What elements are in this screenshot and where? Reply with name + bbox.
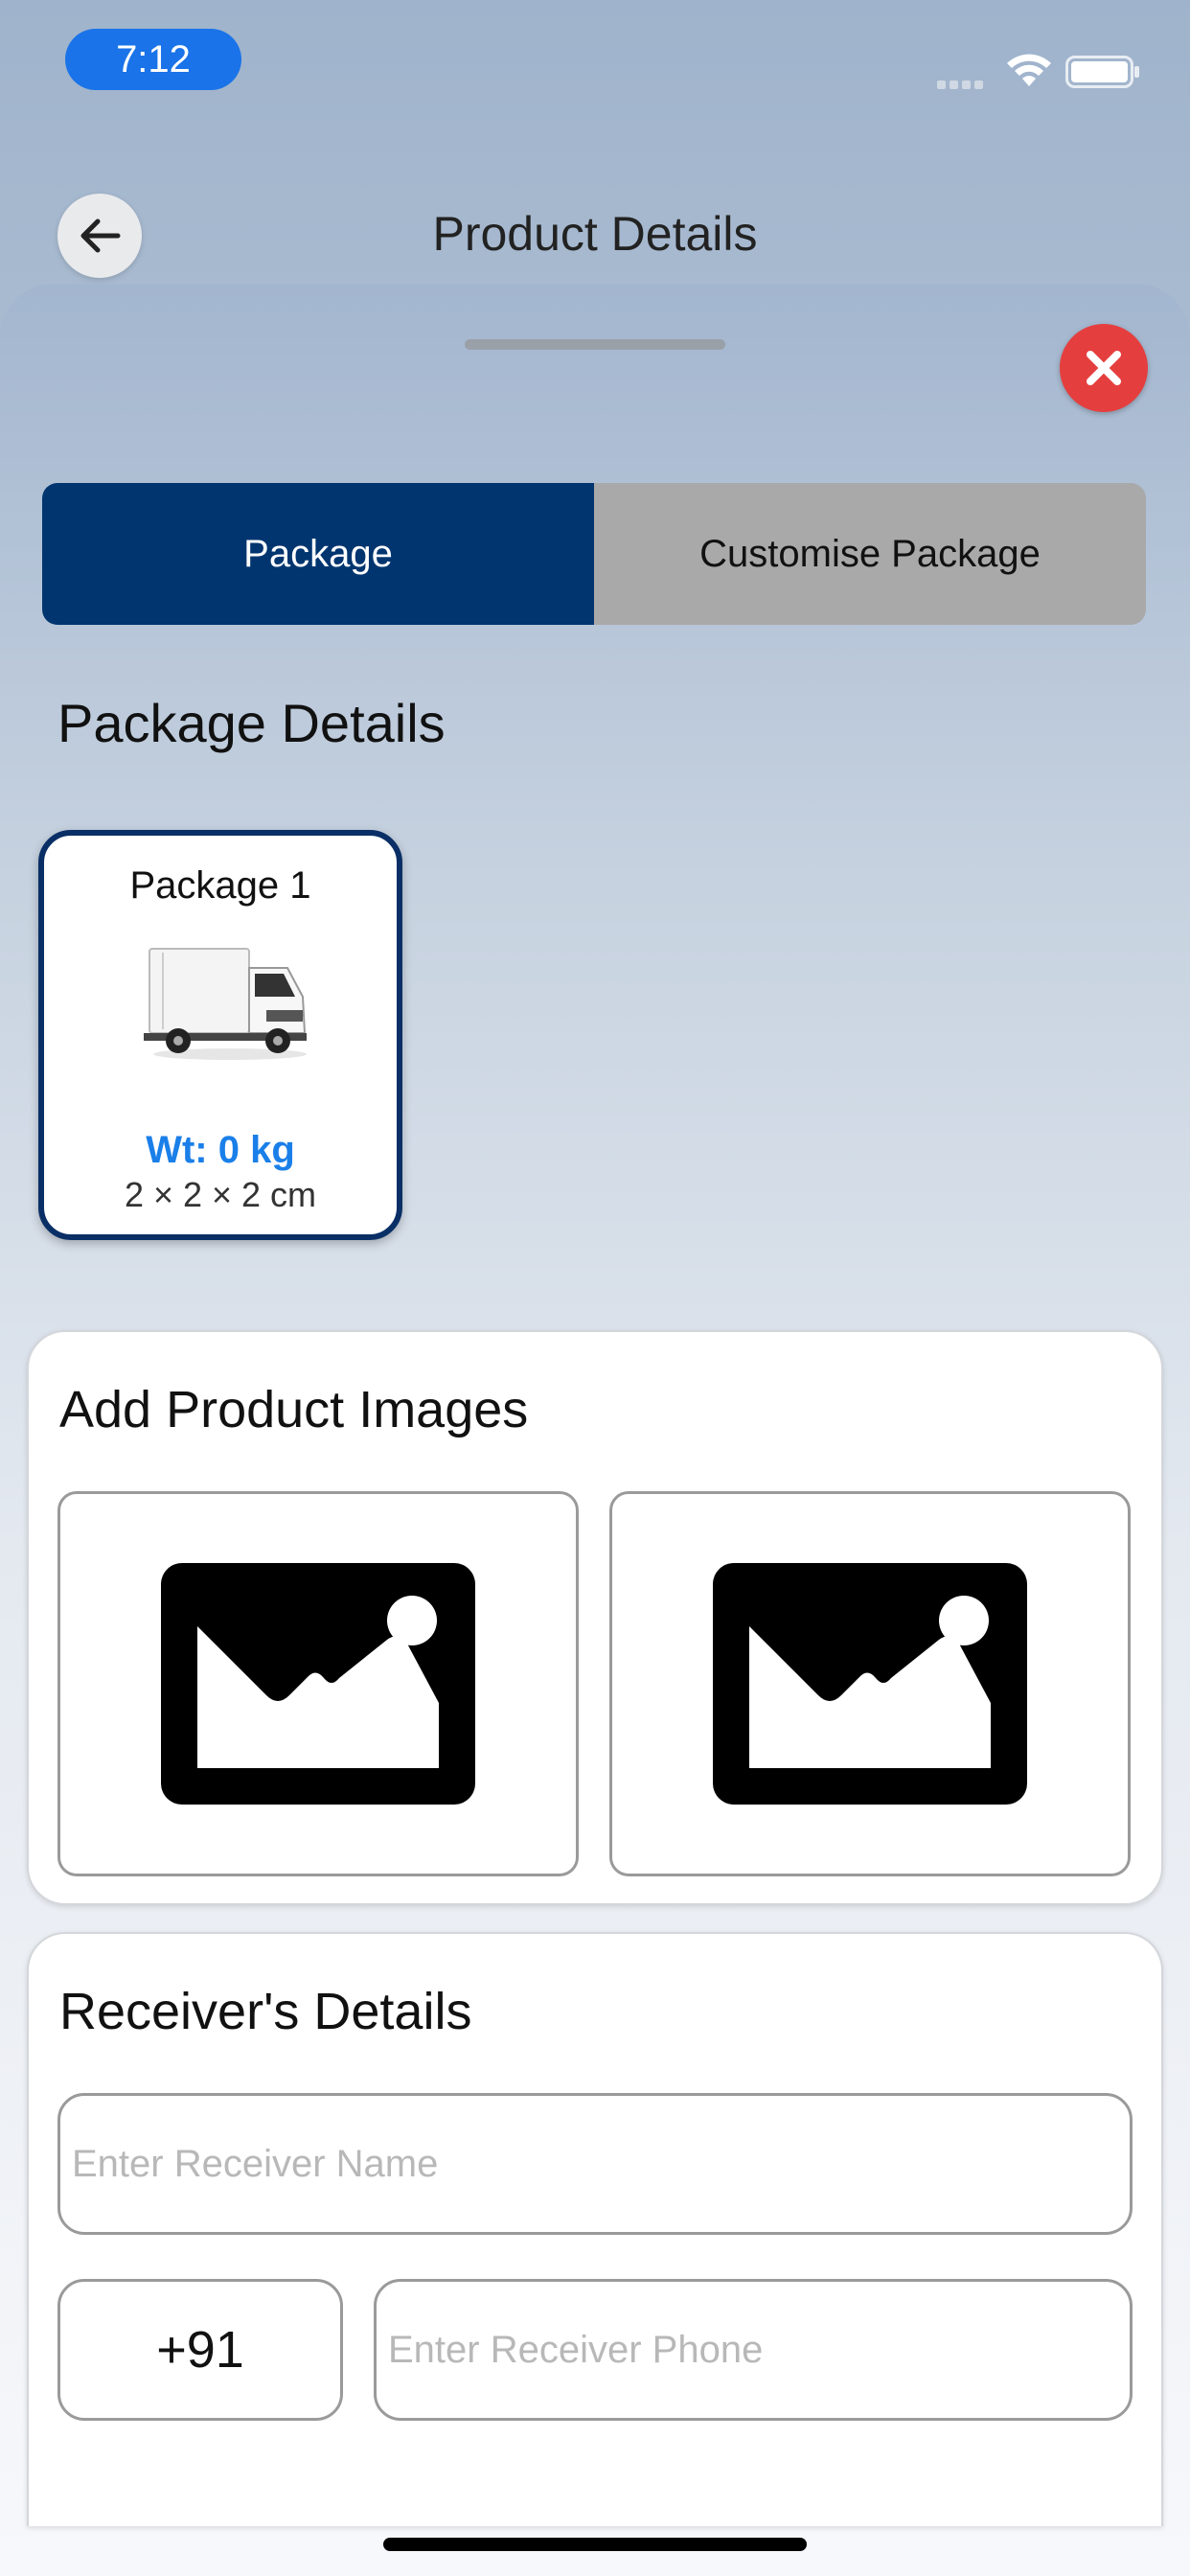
receiver-name-field[interactable] xyxy=(57,2093,1133,2235)
package-weight: Wt: 0 kg xyxy=(146,1129,295,1171)
package-details-heading: Package Details xyxy=(57,693,446,753)
package-card[interactable]: Package 1 Wt: 0 kg 2 × 2 × 2 cm xyxy=(38,830,402,1240)
status-bar: 7:12 xyxy=(0,0,1190,125)
sheet-grabber-handle[interactable] xyxy=(465,339,725,350)
close-icon xyxy=(1087,351,1121,385)
tab-package[interactable]: Package xyxy=(42,483,594,625)
page-title: Product Details xyxy=(432,207,758,261)
close-button[interactable] xyxy=(1060,324,1148,412)
cellular-signal-icon xyxy=(937,77,991,89)
image-placeholder-icon xyxy=(161,1563,475,1805)
product-images-heading: Add Product Images xyxy=(59,1381,529,1438)
receiver-phone-field[interactable] xyxy=(374,2279,1133,2421)
receiver-name-input[interactable] xyxy=(60,2096,1130,2232)
package-name: Package 1 xyxy=(129,864,311,907)
receiver-details-heading: Receiver's Details xyxy=(59,1983,472,2040)
package-dimensions: 2 × 2 × 2 cm xyxy=(124,1175,317,1214)
image-slot-2[interactable] xyxy=(609,1491,1131,1876)
home-indicator xyxy=(383,2538,807,2551)
wifi-icon xyxy=(1007,54,1051,86)
image-placeholder-icon xyxy=(713,1563,1027,1805)
receiver-phone-input[interactable] xyxy=(377,2282,1130,2418)
country-code-selector[interactable]: +91 xyxy=(57,2279,343,2421)
tab-customise-package[interactable]: Customise Package xyxy=(594,483,1146,625)
receiver-details-card: Receiver's Details +91 xyxy=(27,1932,1163,2526)
truck-image xyxy=(144,948,307,1060)
package-tabs: Package Customise Package xyxy=(42,483,1146,625)
battery-icon xyxy=(1065,56,1139,88)
product-images-card: Add Product Images xyxy=(27,1330,1163,1905)
status-time: 7:12 xyxy=(65,29,241,90)
image-slot-1[interactable] xyxy=(57,1491,579,1876)
